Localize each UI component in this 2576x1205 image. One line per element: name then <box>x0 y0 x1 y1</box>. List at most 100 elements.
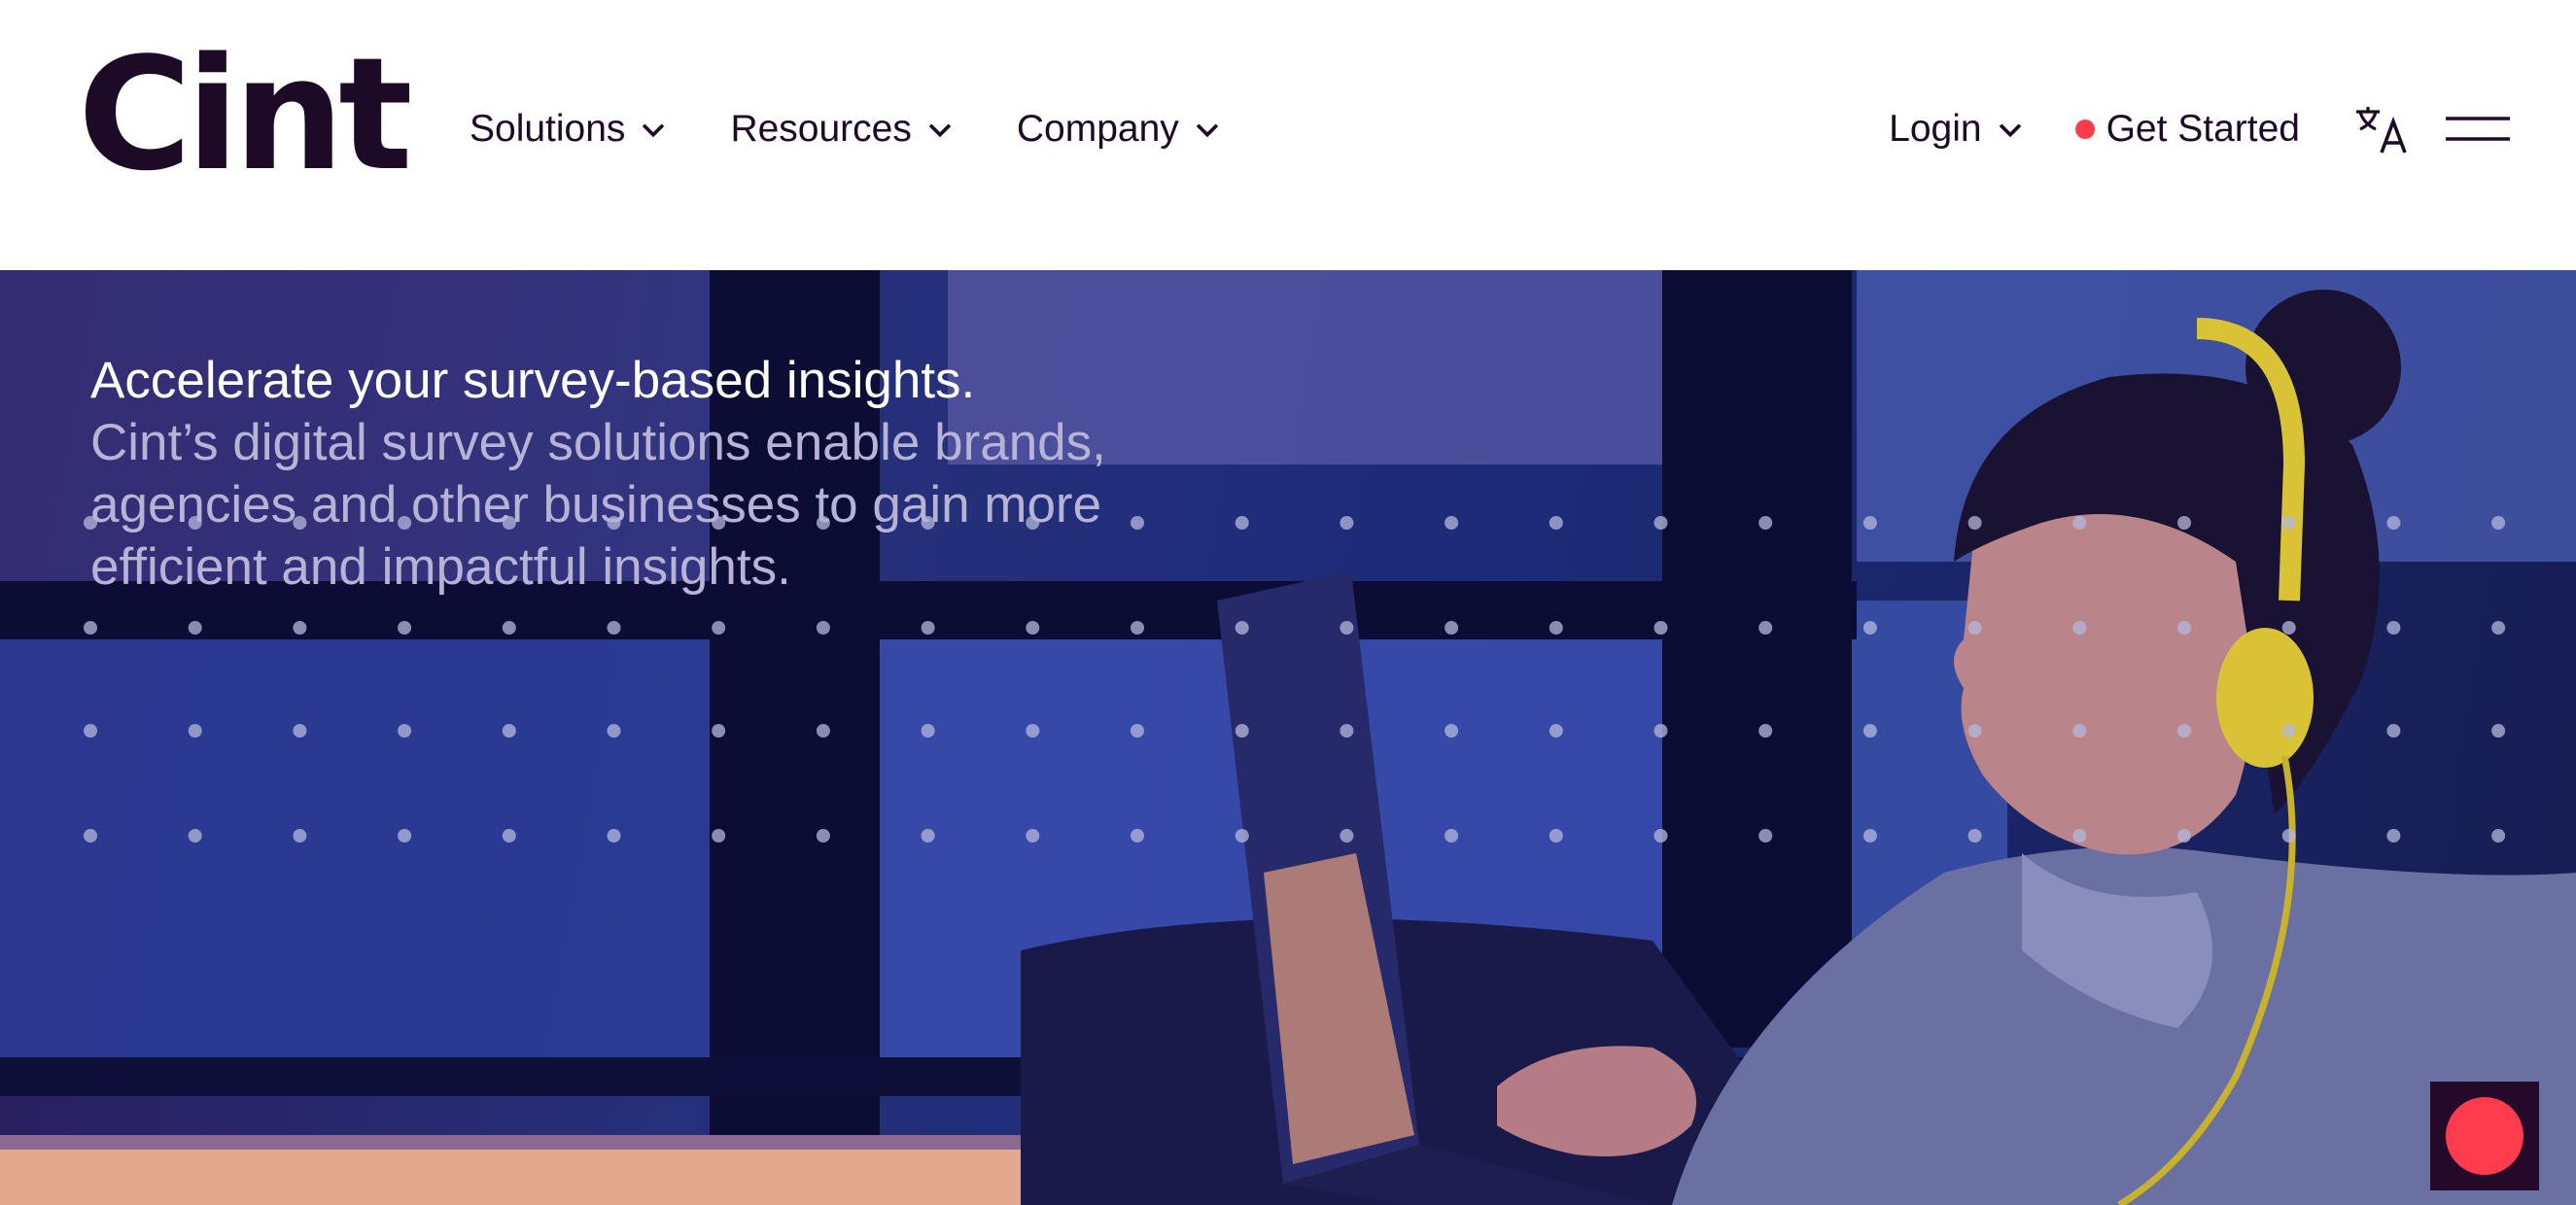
grid-dot <box>2386 621 2401 635</box>
grid-dot <box>502 724 516 738</box>
chat-launcher <box>2430 1082 2539 1190</box>
grid-dot <box>1131 829 1144 843</box>
grid-dot <box>1235 724 1249 738</box>
nav-solutions-label: Solutions <box>470 107 626 150</box>
grid-dot <box>1967 724 1982 738</box>
hero-text: Accelerate your survey-based insights. C… <box>90 350 1218 599</box>
hero-section: Accelerate your survey-based insights. C… <box>0 270 2576 1205</box>
grid-dot <box>1026 621 1040 635</box>
hamburger-menu-icon[interactable] <box>2446 115 2510 144</box>
grid-dot <box>1654 724 1668 738</box>
grid-dot <box>1340 829 1354 843</box>
grid-dot <box>84 724 97 738</box>
grid-dot <box>1026 724 1040 738</box>
grid-dot <box>2386 829 2401 843</box>
grid-dot <box>188 621 202 635</box>
grid-dot <box>1654 621 1668 635</box>
login-label: Login <box>1889 107 1982 150</box>
nav-resources[interactable]: Resources <box>730 108 956 151</box>
chevron-down-icon <box>1999 122 2021 137</box>
grid-dot <box>2177 829 2191 843</box>
chevron-down-icon <box>643 122 665 137</box>
header-actions: Login Get Started <box>1889 0 2576 258</box>
grid-dot <box>1549 724 1563 738</box>
grid-dot <box>188 829 202 843</box>
get-started-label: Get Started <box>2106 107 2300 150</box>
chat-launcher-icon[interactable] <box>2446 1097 2524 1175</box>
grid-dot <box>2491 724 2506 738</box>
get-started-button[interactable]: Get Started <box>2074 107 2300 151</box>
cint-logo[interactable]: Cint <box>78 37 413 192</box>
grid-dot <box>816 829 830 843</box>
grid-dot <box>1235 621 1249 635</box>
grid-dot <box>1862 724 1877 738</box>
grid-dot <box>1549 829 1563 843</box>
grid-dot <box>2072 621 2087 635</box>
grid-dot <box>1340 621 1354 635</box>
grid-dot <box>607 621 621 635</box>
grid-dot <box>2072 516 2087 530</box>
login-button[interactable]: Login <box>1889 108 2026 151</box>
grid-dot <box>1967 516 1982 530</box>
grid-dot <box>1340 724 1354 738</box>
grid-dot <box>2281 516 2296 530</box>
grid-dot <box>712 829 726 843</box>
grid-dot <box>1549 621 1563 635</box>
grid-dot <box>1758 829 1773 843</box>
hero-subtitle: Cint’s digital survey solutions enable b… <box>90 414 1106 596</box>
grid-dot <box>84 829 97 843</box>
grid-dot <box>2491 621 2506 635</box>
main-nav: Solutions Resources Company <box>470 0 1284 258</box>
nav-resources-label: Resources <box>730 107 912 150</box>
hero-title: Accelerate your survey-based insights. <box>90 352 976 409</box>
grid-dot <box>2491 516 2506 530</box>
grid-dot <box>2177 621 2191 635</box>
grid-dot <box>816 724 830 738</box>
grid-dot <box>1862 829 1877 843</box>
chevron-down-icon <box>1196 122 1219 137</box>
chevron-down-icon <box>928 122 952 137</box>
grid-dot <box>1235 829 1249 843</box>
grid-dot <box>1758 516 1773 530</box>
grid-dot <box>2386 724 2401 738</box>
grid-dot <box>2386 516 2401 530</box>
status-dot-icon <box>2074 119 2095 139</box>
grid-dot <box>398 724 412 738</box>
grid-dot <box>188 724 202 738</box>
grid-dot <box>2177 516 2191 530</box>
grid-dot <box>712 621 726 635</box>
grid-dot <box>2072 724 2087 738</box>
grid-dot <box>607 724 621 738</box>
grid-dot <box>293 621 307 635</box>
grid-dot <box>1131 621 1144 635</box>
nav-company[interactable]: Company <box>1017 108 1224 151</box>
grid-dot <box>1862 516 1877 530</box>
grid-dot <box>2491 829 2506 843</box>
grid-dot <box>816 621 830 635</box>
grid-dot <box>1026 829 1040 843</box>
grid-dot <box>2281 621 2296 635</box>
grid-dot <box>921 724 935 738</box>
translate-icon[interactable] <box>2354 104 2409 155</box>
grid-dot <box>84 621 97 635</box>
grid-dot <box>293 724 307 738</box>
nav-company-label: Company <box>1016 107 1179 150</box>
grid-dot <box>607 829 621 843</box>
grid-dot <box>398 829 412 843</box>
grid-dot <box>1549 516 1563 530</box>
grid-dot <box>1654 516 1668 530</box>
grid-dot <box>1445 724 1459 738</box>
nav-solutions[interactable]: Solutions <box>470 108 670 151</box>
grid-dot <box>398 621 412 635</box>
grid-dot <box>712 724 726 738</box>
grid-dot <box>1758 724 1773 738</box>
site-header: Cint Solutions Resources Company Login G… <box>0 0 2576 270</box>
grid-dot <box>1758 621 1773 635</box>
grid-dot <box>921 829 935 843</box>
grid-dot <box>2281 724 2296 738</box>
grid-dot <box>1862 621 1877 635</box>
grid-dot <box>2177 724 2191 738</box>
grid-dot <box>1445 516 1459 530</box>
grid-dot <box>1654 829 1668 843</box>
grid-dot <box>1445 621 1459 635</box>
